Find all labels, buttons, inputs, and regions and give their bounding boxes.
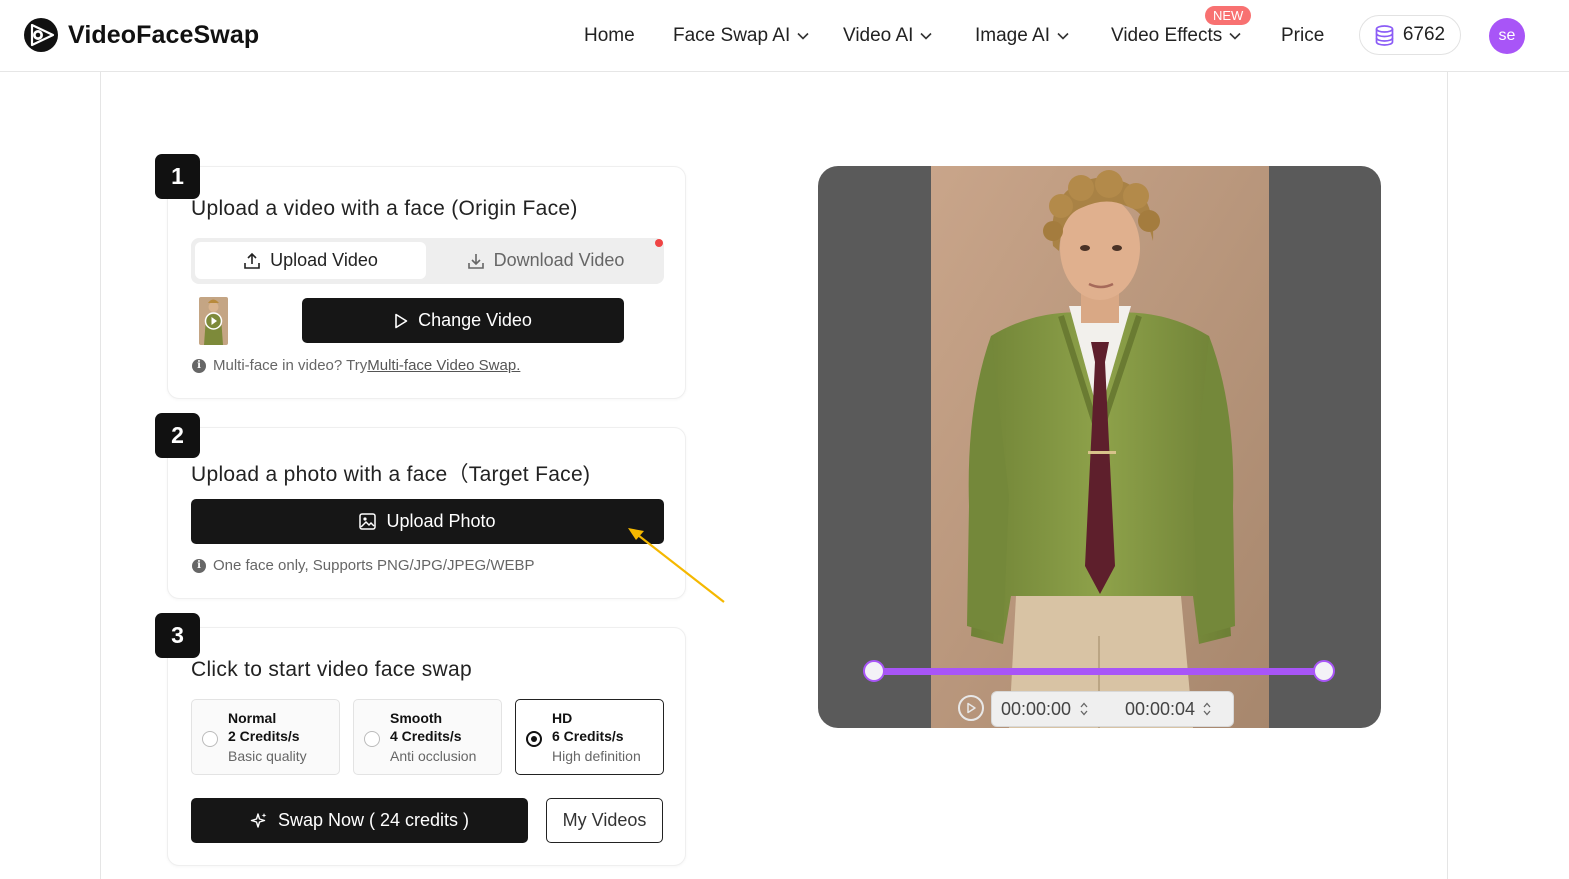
- logo-icon: [24, 18, 58, 52]
- nav-home[interactable]: Home: [584, 25, 635, 47]
- nav-video-effects[interactable]: Video Effects: [1111, 25, 1241, 47]
- play-icon: [967, 702, 976, 714]
- top-navbar: VideoFaceSwap Home Face Swap AI Video AI…: [0, 0, 1569, 72]
- option-description: High definition: [552, 748, 641, 764]
- option-credits: 4 Credits/s: [390, 728, 462, 744]
- brand-name: VideoFaceSwap: [68, 20, 260, 49]
- note-text: Multi-face in video? Try: [213, 357, 368, 374]
- credits-balance[interactable]: 6762: [1359, 15, 1461, 55]
- sparkle-icon: [250, 812, 267, 828]
- play-icon: [395, 313, 408, 328]
- info-icon: i: [192, 358, 206, 373]
- stepper-icon[interactable]: [1080, 701, 1088, 717]
- nav-price[interactable]: Price: [1281, 25, 1324, 47]
- change-video-button[interactable]: Change Video: [302, 298, 624, 343]
- chevron-down-icon: [1057, 32, 1069, 40]
- radio-button[interactable]: [364, 731, 380, 747]
- quality-option-hd[interactable]: HD 6 Credits/s High definition: [515, 699, 664, 775]
- database-icon: [1375, 24, 1394, 46]
- chevron-down-icon: [1229, 32, 1241, 40]
- video-source-tabs: Upload Video Download Video: [191, 238, 664, 284]
- multi-face-video-swap-link[interactable]: Multi-face Video Swap.: [367, 357, 520, 374]
- trim-end-handle[interactable]: [1313, 660, 1335, 682]
- stepper-icon[interactable]: [1203, 701, 1211, 717]
- quality-option-smooth[interactable]: Smooth 4 Credits/s Anti occlusion: [353, 699, 502, 775]
- my-videos-button[interactable]: My Videos: [546, 798, 663, 843]
- quality-option-normal[interactable]: Normal 2 Credits/s Basic quality: [191, 699, 340, 775]
- upload-photo-button[interactable]: Upload Photo: [191, 499, 664, 544]
- start-time-input[interactable]: 00:00:00: [1001, 699, 1071, 720]
- nav-label: Home: [584, 25, 635, 46]
- nav-label: Face Swap AI: [673, 25, 791, 46]
- download-icon: [467, 253, 484, 269]
- avatar[interactable]: se: [1489, 18, 1525, 54]
- step2-number: 2: [155, 413, 200, 458]
- image-icon: [359, 513, 377, 530]
- option-credits: 2 Credits/s: [228, 728, 300, 744]
- tab-label: Upload Video: [270, 250, 378, 270]
- radio-button-selected[interactable]: [526, 731, 542, 747]
- video-thumbnail[interactable]: [199, 297, 228, 345]
- note-text: One face only, Supports PNG/JPG/JPEG/WEB…: [213, 557, 535, 574]
- step3-number: 3: [155, 613, 200, 658]
- info-icon: i: [192, 558, 206, 573]
- option-name: Smooth: [390, 710, 443, 726]
- tab-label: Download Video: [493, 250, 625, 270]
- time-range-inputs: 00:00:00 00:00:04: [991, 691, 1234, 727]
- new-badge: NEW: [1205, 6, 1252, 25]
- step1-number: 1: [155, 154, 200, 199]
- nav-label: Image AI: [975, 25, 1050, 46]
- nav-label: Video Effects: [1111, 25, 1223, 46]
- option-description: Basic quality: [228, 748, 307, 764]
- option-credits: 6 Credits/s: [552, 728, 624, 744]
- option-name: HD: [552, 710, 573, 726]
- trim-range-track[interactable]: [874, 668, 1324, 675]
- trim-start-handle[interactable]: [863, 660, 885, 682]
- nav-label: Price: [1281, 25, 1325, 46]
- annotation-arrow-icon: [628, 528, 725, 603]
- chevron-down-icon: [920, 32, 933, 40]
- nav-face-swap-ai[interactable]: Face Swap AI: [673, 25, 809, 47]
- step3-title: Click to start video face swap: [191, 658, 472, 681]
- button-label: Swap Now ( 24 credits ): [277, 810, 470, 830]
- button-label: Upload Photo: [386, 511, 496, 531]
- chevron-down-icon: [797, 32, 809, 40]
- nav-video-ai[interactable]: Video AI: [843, 25, 933, 47]
- option-description: Anti occlusion: [390, 748, 477, 764]
- photo-format-note: i One face only, Supports PNG/JPG/JPEG/W…: [192, 557, 535, 574]
- end-time-input[interactable]: 00:00:04: [1125, 699, 1195, 720]
- tab-download-video[interactable]: Download Video: [431, 242, 660, 279]
- brand-logo[interactable]: VideoFaceSwap: [23, 17, 259, 53]
- thumbnail-image: [199, 297, 228, 345]
- credits-count: 6762: [1402, 24, 1446, 45]
- nav-image-ai[interactable]: Image AI: [975, 25, 1069, 47]
- step2-title: Upload a photo with a face（Target Face): [191, 463, 591, 486]
- step1-title: Upload a video with a face (Origin Face): [191, 197, 578, 220]
- video-preview-panel: 00:00:00 00:00:04: [818, 166, 1381, 728]
- notification-dot: [655, 239, 663, 247]
- upload-icon: [244, 252, 260, 269]
- radio-button[interactable]: [202, 731, 218, 747]
- tab-upload-video[interactable]: Upload Video: [195, 242, 426, 279]
- option-name: Normal: [228, 710, 277, 726]
- multi-face-note: i Multi-face in video? Try Multi-face Vi…: [192, 357, 520, 374]
- preview-video-frame[interactable]: [931, 166, 1269, 728]
- nav-label: Video AI: [843, 25, 914, 46]
- swap-now-button[interactable]: Swap Now ( 24 credits ): [191, 798, 528, 843]
- play-button[interactable]: [958, 695, 984, 721]
- button-label: Change Video: [418, 310, 532, 330]
